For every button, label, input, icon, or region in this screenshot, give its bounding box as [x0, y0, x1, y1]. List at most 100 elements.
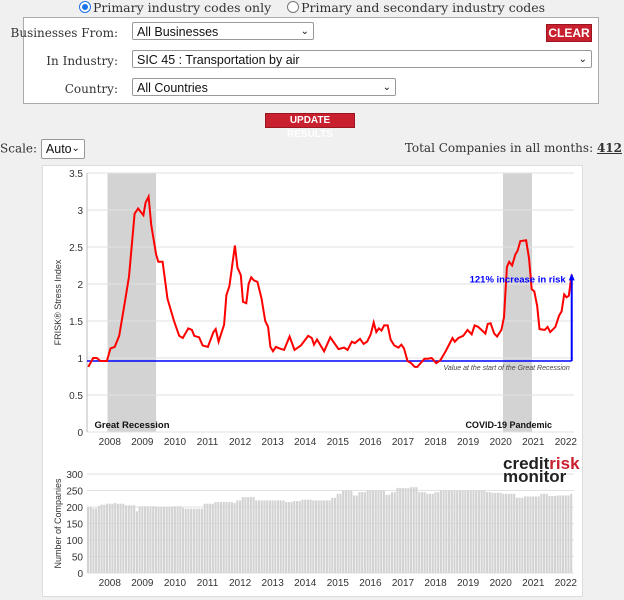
company-count-bar	[92, 508, 95, 573]
company-count-bar	[295, 501, 299, 573]
company-count-bar	[390, 492, 394, 573]
company-count-bar	[399, 487, 402, 573]
y-tick-label: 0	[77, 428, 83, 439]
company-count-bar	[526, 496, 529, 573]
company-count-bar	[320, 500, 323, 573]
scale-select[interactable]: Auto ⌄	[40, 139, 85, 159]
company-count-bar	[116, 503, 119, 573]
x-tick-label: 2021	[522, 578, 545, 589]
x-tick-label: 2016	[359, 437, 382, 448]
y-tick-label: 0.5	[69, 391, 83, 402]
company-count-bar	[274, 500, 277, 573]
company-count-bar	[496, 492, 499, 573]
clear-button[interactable]: CLEAR	[546, 24, 592, 42]
y-tick-label: 0	[77, 569, 83, 580]
country-select[interactable]: All Countries ⌄	[132, 78, 396, 96]
industry-label: In Industry:	[46, 54, 118, 68]
company-count-bar	[138, 506, 141, 573]
company-count-bar	[293, 501, 296, 573]
company-count-bar	[339, 493, 342, 573]
y-tick-label: 3	[77, 206, 83, 217]
company-count-bar	[494, 492, 497, 573]
company-count-bar	[328, 500, 331, 573]
company-count-bar	[418, 492, 421, 573]
company-count-bar	[461, 490, 464, 573]
company-count-bar	[127, 505, 130, 573]
company-count-bar	[466, 490, 470, 573]
x-tick-label: 2008	[99, 578, 122, 589]
company-count-bar	[342, 490, 345, 573]
company-count-bar	[111, 503, 114, 573]
company-count-bar	[135, 511, 138, 573]
company-count-bar	[198, 508, 201, 573]
company-count-bar	[268, 500, 271, 573]
company-count-bar	[426, 493, 429, 573]
company-count-bar	[502, 493, 505, 573]
company-count-bar	[233, 503, 236, 573]
businesses-select[interactable]: All Businesses ⌄	[132, 22, 314, 40]
company-count-bar	[190, 508, 193, 573]
company-count-bar	[358, 492, 361, 573]
company-count-bar	[369, 490, 372, 573]
company-count-bar	[499, 492, 502, 573]
company-count-bar	[124, 505, 128, 573]
company-count-bar	[333, 497, 337, 573]
company-count-bar	[485, 492, 489, 573]
company-count-bar	[247, 497, 250, 573]
company-count-bar	[228, 502, 231, 573]
company-count-bar	[556, 495, 559, 573]
company-count-bar	[385, 494, 388, 573]
company-count-bar	[453, 490, 456, 573]
company-count-bar	[518, 497, 521, 573]
company-count-bar	[469, 490, 472, 573]
company-count-bar	[141, 506, 144, 573]
company-count-bar	[95, 508, 98, 573]
company-count-bar	[217, 502, 220, 573]
company-count-bar	[488, 492, 491, 573]
company-count-bar	[472, 490, 475, 573]
company-count-bar	[309, 499, 312, 573]
stress-index-chart: 0 0.5 1 1.5 2 2.5 3 3.5 2008 2009 2010 2011 2012 2013…	[53, 169, 577, 448]
company-count-bar	[428, 493, 432, 573]
y-tick-label: 150	[66, 520, 83, 531]
shaded-region	[502, 173, 532, 432]
company-count-bar	[371, 490, 375, 573]
scale-label: Scale:	[0, 141, 38, 156]
company-count-bar	[388, 494, 391, 573]
x-tick-label: 2012	[229, 578, 252, 589]
scale-control: Scale: Auto ⌄	[0, 139, 85, 159]
radio-selected-icon[interactable]	[78, 1, 91, 13]
company-count-bar	[412, 487, 415, 573]
radio-unselected-icon[interactable]	[287, 1, 300, 13]
industry-select[interactable]: SIC 45 : Transportation by air ⌄	[132, 50, 592, 68]
company-count-bar	[165, 507, 168, 573]
company-count-bar	[458, 490, 461, 573]
x-tick-label: 2009	[131, 437, 154, 448]
company-count-bar	[431, 493, 434, 573]
company-count-bar	[323, 500, 326, 573]
company-count-bar	[491, 492, 494, 573]
x-tick-label: 2012	[229, 437, 252, 448]
x-tick-label: 2022	[555, 437, 578, 448]
company-count-bar	[146, 506, 149, 573]
company-count-bar	[171, 507, 174, 573]
y-tick-label: 1.5	[69, 317, 83, 328]
company-count-bar	[255, 500, 258, 573]
company-count-bar	[241, 497, 244, 573]
company-count-bar	[160, 507, 163, 573]
x-tick-label: 2018	[424, 578, 447, 589]
radio-primary-secondary[interactable]: Primary and secondary industry codes	[287, 0, 545, 15]
total-companies-link[interactable]: 412	[597, 141, 622, 155]
radio-primary-only[interactable]: Primary industry codes only	[78, 0, 271, 15]
company-count-bar	[423, 492, 426, 573]
company-count-bar	[257, 500, 261, 573]
update-results-button[interactable]: UPDATE RESULTS	[265, 113, 355, 140]
company-count-bar	[179, 506, 182, 573]
company-count-bar	[562, 495, 565, 573]
y-axis-label: FRISK® Stress Index	[53, 259, 63, 345]
company-count-bar	[306, 499, 309, 573]
company-count-bar	[168, 507, 171, 573]
company-count-bar	[331, 497, 334, 573]
y-tick-label: 2	[77, 280, 83, 291]
company-count-bar	[225, 502, 228, 573]
